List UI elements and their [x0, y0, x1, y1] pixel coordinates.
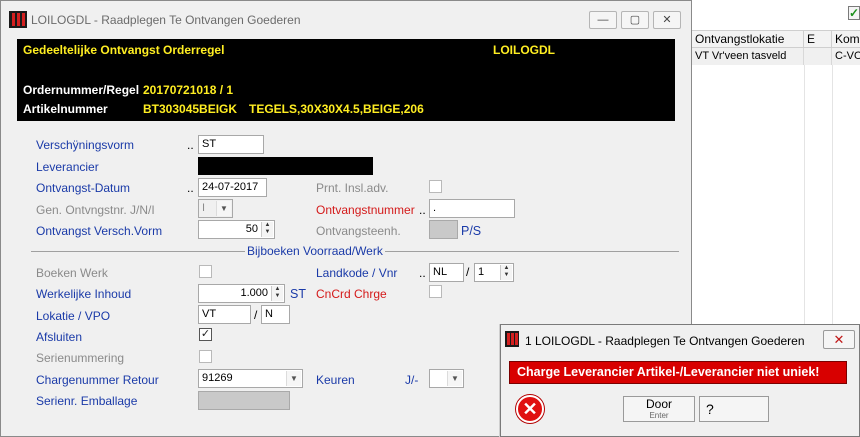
column-header-e[interactable]: E	[804, 31, 832, 49]
keuren-select[interactable]: ▼	[429, 369, 464, 388]
minimize-button[interactable]: —	[589, 11, 617, 29]
program-code: LOILOGDL	[493, 43, 555, 57]
lokatie-separator: /	[254, 308, 258, 322]
error-message: Charge Leverancier Artikel-/Leverancier …	[509, 361, 847, 384]
cncrd-chrge-label: CnCrd Chrge	[316, 287, 387, 301]
checkmark-icon[interactable]: ✓	[848, 6, 860, 20]
ontvangst-versch-vorm-label: Ontvangst Versch.Vorm	[36, 224, 163, 238]
dots: ..	[419, 203, 426, 217]
ontvangstnummer-label: Ontvangstnummer	[316, 203, 415, 217]
boeken-werk-label: Boeken Werk	[36, 266, 108, 280]
article-label: Artikelnummer	[23, 102, 108, 116]
ontvangsteenh-unit: P/S	[461, 224, 482, 238]
cell-kom: C-VO	[835, 50, 860, 62]
werkelijke-inhoud-value: 1.000	[240, 287, 268, 299]
door-button-hint: Enter	[649, 411, 669, 420]
order-label: Ordernummer/Regel	[23, 83, 140, 97]
window-title: LOILOGDL - Raadplegen Te Ontvangen Goede…	[31, 13, 301, 27]
spinner-icon[interactable]: ▲ ▼	[271, 286, 283, 301]
keuren-label: Keuren	[316, 373, 355, 387]
landkode-label: Landkode / Vnr	[316, 266, 398, 280]
ontvangst-versch-vorm-value: 50	[245, 223, 258, 235]
ontvangsteenh-field[interactable]	[429, 220, 458, 239]
article-value: BT303045BEIGK	[143, 102, 238, 116]
verschijningsvorm-label: Verschÿningsvorm	[36, 138, 135, 152]
serienummering-checkbox[interactable]	[199, 350, 212, 363]
ontvangst-datum-label: Ontvangst-Datum	[36, 181, 131, 195]
app-icon	[9, 11, 27, 28]
lokatie-input[interactable]: VT	[198, 305, 251, 324]
section-title: Bijboeken Voorraad/Werk	[245, 244, 385, 258]
help-button[interactable]: ?	[699, 396, 769, 422]
door-button[interactable]: Door Enter	[623, 396, 695, 422]
vnr-input[interactable]: 1 ▲ ▼	[474, 263, 514, 282]
close-button[interactable]: ✕	[653, 11, 681, 29]
dots: ..	[419, 266, 426, 280]
prnt-insl-adv-label: Prnt. Insl.adv.	[316, 181, 389, 195]
maximize-button[interactable]: ▢	[621, 11, 649, 29]
dots: ..	[187, 138, 194, 152]
chevron-down-icon[interactable]: ▼	[447, 371, 462, 386]
door-button-label: Door	[645, 397, 672, 411]
serienr-emballage-label: Serienr. Emballage	[36, 394, 138, 408]
vnr-value: 1	[478, 266, 485, 278]
table-row[interactable]: VT Vr'veen tasveld C-VO	[692, 48, 860, 65]
afsluiten-checkbox[interactable]: ✓	[199, 328, 212, 341]
verschijningsvorm-input[interactable]: ST	[198, 135, 264, 154]
vpo-input[interactable]: N	[261, 305, 290, 324]
werkelijke-inhoud-input[interactable]: 1.000 ▲ ▼	[198, 284, 285, 303]
header-title: Gedeeltelijke Ontvangst Orderregel	[23, 43, 225, 57]
column-header-ontvangstlokatie[interactable]: Ontvangstlokatie	[692, 31, 804, 49]
title-bar[interactable]: LOILOGDL - Raadplegen Te Ontvangen Goede…	[1, 1, 691, 37]
cell-ontvangstlokatie: VT Vr'veen tasveld	[692, 48, 804, 65]
gen-ontvngstnr-value: I	[202, 202, 206, 214]
column-header-kom[interactable]: Kom	[832, 31, 860, 49]
ontvangsteenh-label: Ontvangsteenh.	[316, 224, 401, 238]
article-description: TEGELS,30X30X4.5,BEIGE,206	[249, 102, 424, 116]
ontvangst-versch-vorm-input[interactable]: 50 ▲ ▼	[198, 220, 275, 239]
landkode-separator: /	[466, 265, 470, 279]
spinner-icon[interactable]: ▲ ▼	[261, 222, 273, 237]
landkode-input[interactable]: NL	[429, 263, 464, 282]
afsluiten-label: Afsluiten	[36, 330, 83, 344]
spinner-icon[interactable]: ▲ ▼	[500, 265, 512, 280]
dialog-close-button[interactable]: ✕	[823, 330, 855, 349]
serienr-emballage-field[interactable]	[198, 391, 290, 410]
lokatie-vpo-label: Lokatie / VPO	[36, 309, 111, 323]
leverancier-field-redacted[interactable]	[198, 157, 373, 175]
keuren-jn-label: J/-	[405, 373, 419, 387]
gen-ontvngstnr-select[interactable]: I ▼	[198, 199, 233, 218]
prnt-insl-adv-checkbox[interactable]	[429, 180, 442, 193]
chargenummer-retour-label: Chargenummer Retour	[36, 373, 159, 387]
error-dialog: 1 LOILOGDL - Raadplegen Te Ontvangen Goe…	[500, 324, 860, 437]
gen-ontvngstnr-label: Gen. Ontvngstnr. J/N/I	[36, 203, 155, 217]
serienummering-label: Serienummering	[36, 351, 125, 365]
help-icon: ?	[706, 401, 714, 417]
ontvangstnummer-input[interactable]: .	[429, 199, 515, 218]
app-icon	[505, 331, 519, 347]
dialog-title: 1 LOILOGDL - Raadplegen Te Ontvangen Goe…	[525, 334, 805, 348]
chevron-down-icon[interactable]: ▼	[286, 371, 301, 386]
ontvangst-datum-input[interactable]: 24-07-2017	[198, 178, 267, 197]
cncrd-chrge-checkbox[interactable]	[429, 285, 442, 298]
werkelijke-inhoud-unit: ST	[290, 287, 306, 301]
cell-e	[804, 48, 832, 65]
werkelijke-inhoud-label: Werkelijke Inhoud	[36, 287, 132, 301]
dots: ..	[187, 181, 194, 195]
chevron-down-icon[interactable]: ▼	[216, 201, 231, 216]
error-icon: ✕	[516, 395, 544, 423]
list-header: Ontvangstlokatie E Kom	[692, 30, 860, 49]
chargenummer-retour-value: 91269	[202, 372, 233, 384]
chargenummer-retour-select[interactable]: 91269 ▼	[198, 369, 303, 388]
order-header-panel: Gedeeltelijke Ontvangst Orderregel LOILO…	[17, 39, 675, 121]
boeken-werk-checkbox[interactable]	[199, 265, 212, 278]
leverancier-label: Leverancier	[36, 160, 99, 174]
order-value: 20170721018 / 1	[143, 83, 234, 97]
